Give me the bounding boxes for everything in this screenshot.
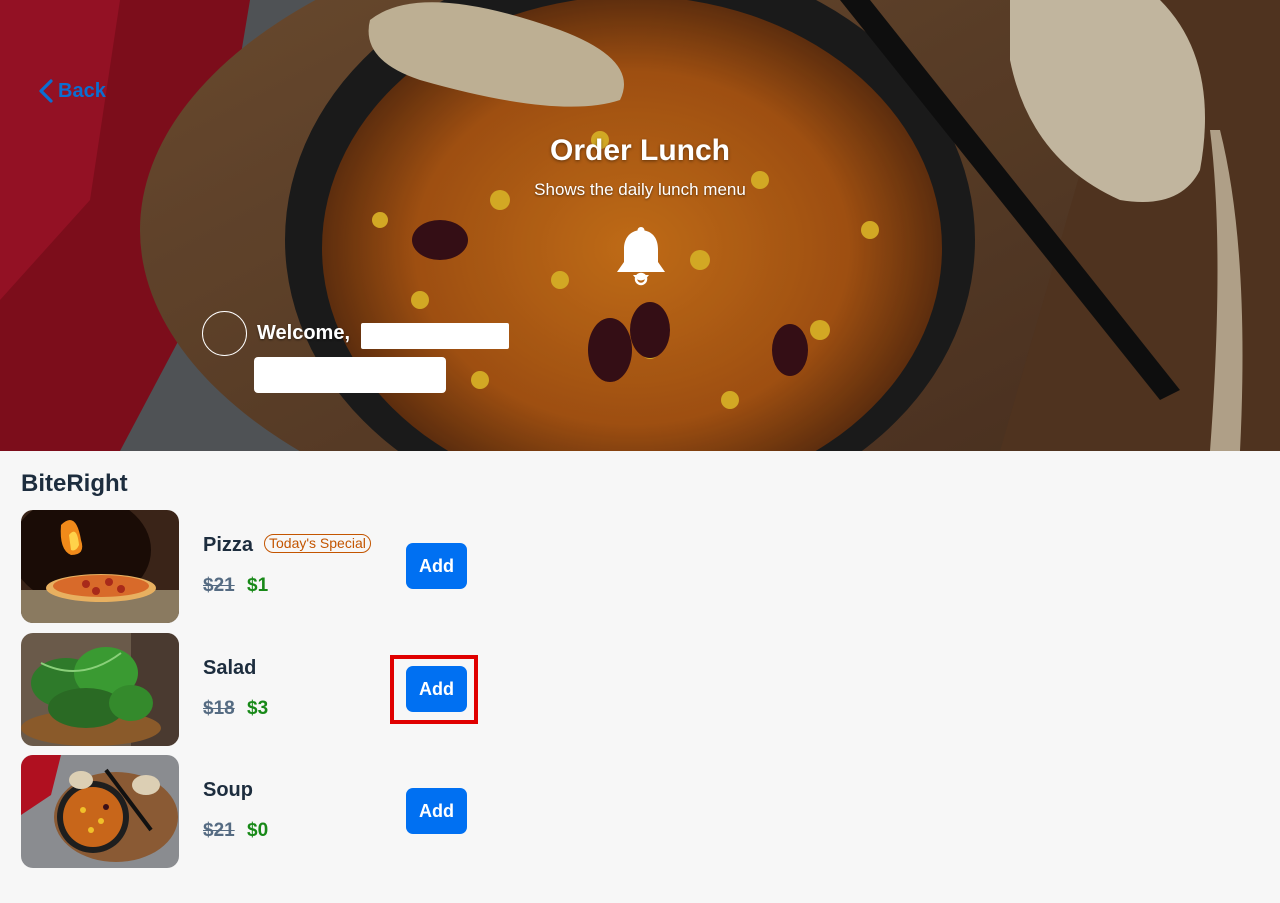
bell-icon[interactable] bbox=[612, 224, 670, 288]
avatar bbox=[202, 311, 247, 356]
discounted-price: $1 bbox=[247, 575, 269, 596]
welcome-label: Welcome, bbox=[257, 322, 350, 344]
menu-item-salad: Salad $18 $3 Add bbox=[21, 633, 481, 746]
chevron-left-icon bbox=[39, 79, 53, 103]
original-price: $21 bbox=[203, 575, 235, 596]
item-name: Soup bbox=[203, 779, 253, 801]
add-soup-button[interactable]: Add bbox=[406, 788, 467, 834]
item-name: Pizza bbox=[203, 534, 254, 556]
menu-item-soup: Soup $21 $0 Add bbox=[21, 755, 481, 868]
user-info-field bbox=[254, 357, 446, 393]
soup-image bbox=[21, 755, 179, 868]
pizza-image bbox=[21, 510, 179, 623]
vendor-name: BiteRight bbox=[21, 470, 128, 497]
original-price: $21 bbox=[203, 820, 235, 841]
page-title: Order Lunch bbox=[549, 134, 730, 167]
back-label: Back bbox=[58, 79, 106, 102]
discounted-price: $3 bbox=[247, 698, 269, 719]
add-pizza-button[interactable]: Add bbox=[406, 543, 467, 589]
item-name: Salad bbox=[203, 657, 257, 679]
menu-item-pizza: Pizza Today's Special $21 $1 Add bbox=[21, 510, 481, 623]
todays-special-badge: Today's Special bbox=[264, 534, 371, 553]
page-subtitle: Shows the daily lunch menu bbox=[534, 180, 746, 199]
original-price: $18 bbox=[203, 698, 235, 719]
salad-image bbox=[21, 633, 179, 746]
back-button[interactable]: Back bbox=[36, 78, 106, 104]
add-salad-button[interactable]: Add bbox=[406, 666, 467, 712]
user-name-field bbox=[361, 323, 509, 349]
hero-banner: Back Order Lunch Shows the daily lunch m… bbox=[0, 0, 1280, 451]
discounted-price: $0 bbox=[247, 820, 269, 841]
